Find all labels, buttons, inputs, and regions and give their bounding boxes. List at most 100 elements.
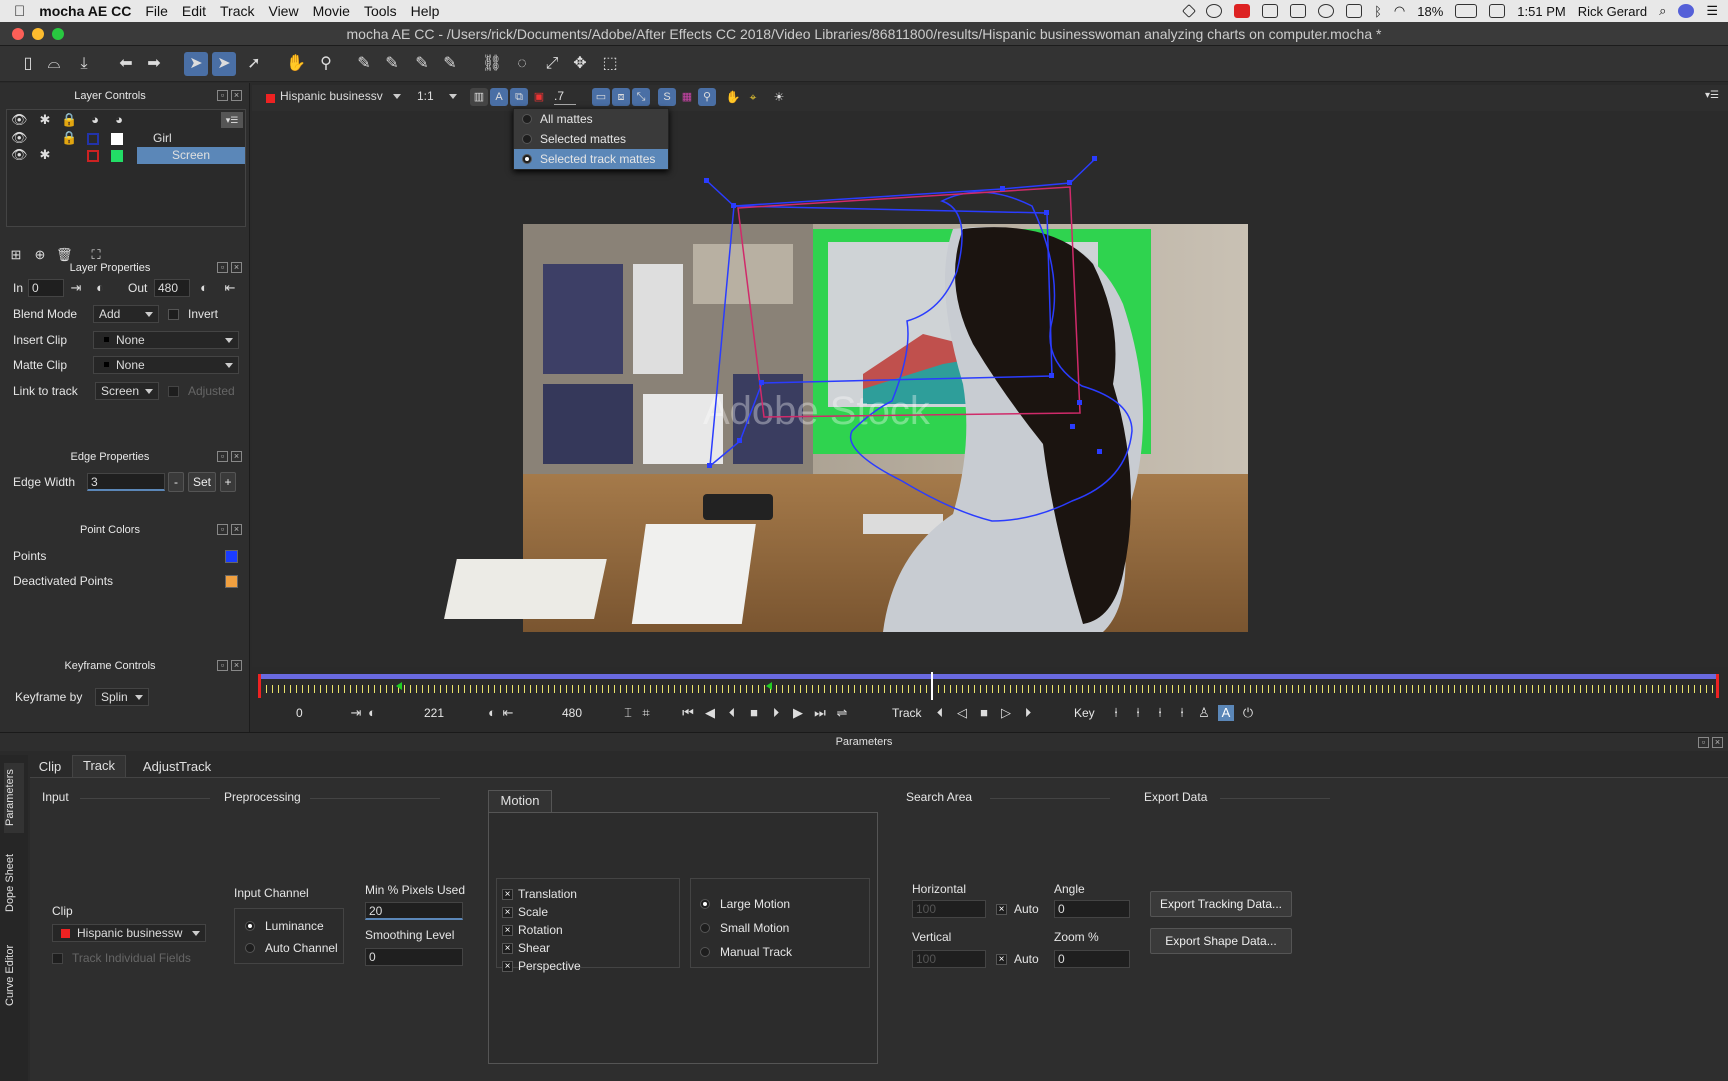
edge-width-decrease-button[interactable]: - — [168, 472, 184, 492]
panel-float-icon[interactable]: ▫ — [217, 524, 228, 535]
keyframe-lock-icon[interactable]: ⏻ — [1240, 705, 1256, 721]
track-step-backwards-icon[interactable]: ◁ — [954, 705, 970, 721]
panel-close-icon[interactable]: × — [231, 451, 242, 462]
lock-icon[interactable]: 🔒 — [61, 130, 77, 146]
notification-center-icon[interactable]: ☰ — [1706, 3, 1718, 19]
gear-icon[interactable]: ✱ — [37, 147, 53, 163]
edge-width-field[interactable]: 3 — [87, 473, 165, 491]
out-keyframe-icon[interactable]: ◐ — [196, 280, 212, 296]
play-forwards-icon[interactable]: ▶ — [790, 705, 806, 721]
step-forward-icon[interactable]: ⏵ — [768, 705, 784, 721]
all-mattes-radio[interactable] — [522, 114, 532, 124]
layer-row[interactable]: 👁 ✱ Screen — [7, 147, 245, 164]
layer-options-button[interactable]: ▾☰ — [221, 112, 243, 128]
auto-channel-radio[interactable] — [245, 943, 255, 953]
creative-cloud-icon[interactable] — [1206, 4, 1223, 18]
set-out-point-icon[interactable]: ⇤ — [500, 705, 516, 721]
menu-edit[interactable]: Edit — [182, 3, 206, 19]
menu-track[interactable]: Track — [220, 3, 254, 19]
xspline-tool-icon[interactable]: ✎ — [352, 52, 376, 76]
blend-mode-dropdown[interactable]: Add — [93, 305, 159, 323]
zoom-window-button[interactable] — [52, 28, 64, 40]
out-point-keyframe-icon[interactable]: ◐ — [484, 705, 500, 721]
menu-file[interactable]: File — [145, 3, 168, 19]
menu-item-selected-mattes[interactable]: Selected mattes — [514, 129, 668, 149]
timeline-start-frame[interactable]: 0 — [296, 706, 303, 720]
play-backwards-icon[interactable]: ◀ — [702, 705, 718, 721]
side-tab-dope-sheet[interactable]: Dope Sheet — [4, 841, 24, 925]
track-clip-dropdown[interactable]: Hispanic businessw — [52, 924, 206, 942]
prev-keyframe-icon[interactable]: ⍿ — [1108, 705, 1124, 721]
save-project-icon[interactable]: ⤓ — [72, 52, 96, 76]
vertical-auto-checkbox[interactable]: × — [996, 954, 1007, 965]
wifi-icon[interactable]: ◠ — [1394, 3, 1405, 19]
rotation-checkbox[interactable]: × — [502, 925, 513, 936]
min-pixels-field[interactable]: 20 — [365, 902, 463, 920]
layer-row[interactable]: 👁 🔒 Girl — [7, 130, 245, 147]
adjusted-checkbox[interactable] — [168, 386, 179, 397]
panel-float-icon[interactable]: ▫ — [1698, 737, 1709, 748]
show-zoom-window-icon[interactable]: ⚲ — [698, 88, 716, 106]
invert-checkbox[interactable] — [168, 309, 179, 320]
large-motion-radio[interactable] — [700, 899, 710, 909]
side-tab-curve-editor[interactable]: Curve Editor — [4, 933, 24, 1017]
calendar-icon[interactable] — [1489, 4, 1506, 18]
link-tool-icon[interactable]: ⛓ — [480, 52, 504, 76]
spotlight-icon[interactable]: ⌕ — [1659, 3, 1666, 19]
add-point-tool-icon[interactable]: ➚ — [242, 52, 266, 76]
close-window-button[interactable] — [12, 28, 24, 40]
menu-item-all-mattes[interactable]: All mattes — [514, 109, 668, 129]
reset-timeline-icon[interactable]: ⌗ — [638, 705, 654, 721]
video-frame[interactable]: Adobe Stock — [252, 111, 1728, 667]
panel-float-icon[interactable]: ▫ — [217, 262, 228, 273]
layer-matte-swatch[interactable] — [111, 133, 123, 145]
siri-icon[interactable] — [1678, 4, 1695, 18]
zoom-tool-icon[interactable]: ⚲ — [314, 52, 338, 76]
layer-color-swatch[interactable] — [87, 150, 99, 162]
matte-color-icon[interactable]: ▣ — [530, 88, 548, 106]
set-in-point-icon[interactable]: ⇥ — [348, 705, 364, 721]
scale-tool-icon[interactable]: ⤢ — [540, 52, 564, 76]
pick-tool-icon[interactable]: ➤ — [184, 52, 208, 76]
clip-dropdown[interactable]: Hispanic businessv — [258, 88, 406, 106]
points-color-swatch[interactable] — [225, 550, 238, 563]
smoothing-level-field[interactable]: 0 — [365, 948, 463, 966]
link-to-track-dropdown[interactable]: Screen — [95, 382, 159, 400]
delete-all-keyframes-icon[interactable]: ♙ — [1196, 705, 1212, 721]
playhead[interactable] — [930, 672, 933, 700]
layer-matte-swatch[interactable] — [111, 150, 123, 162]
angle-field[interactable]: 0 — [1054, 900, 1130, 918]
new-project-icon[interactable]: ▯ — [16, 52, 40, 76]
loop-icon[interactable]: ⇌ — [834, 705, 850, 721]
keyframe-marker[interactable] — [766, 682, 772, 690]
view-mattes-icon[interactable]: ⧉ — [510, 88, 528, 106]
selected-track-mattes-radio[interactable] — [522, 154, 532, 164]
redo-icon[interactable]: ➡ — [142, 52, 166, 76]
out-marker[interactable] — [1716, 674, 1719, 698]
timeline-ruler[interactable] — [260, 679, 1718, 697]
layer-color-swatch[interactable] — [87, 133, 99, 145]
delete-keyframe-icon[interactable]: ⍿ — [1174, 705, 1190, 721]
panel-close-icon[interactable]: × — [1712, 737, 1723, 748]
scale-checkbox[interactable]: × — [502, 907, 513, 918]
set-in-icon[interactable]: ⇥ — [68, 280, 84, 296]
show-grid-icon[interactable]: ▦ — [678, 88, 696, 106]
battery-icon[interactable] — [1455, 4, 1478, 18]
viewer-options-button[interactable]: ▾☰ — [1702, 90, 1722, 104]
panel-close-icon[interactable]: × — [231, 660, 242, 671]
move-tool-icon[interactable]: ✥ — [568, 52, 592, 76]
tab-clip[interactable]: Clip — [34, 757, 66, 777]
track-stop-icon[interactable]: ■ — [976, 705, 992, 721]
surface-tool-icon[interactable]: ⬚ — [598, 52, 622, 76]
panel-float-icon[interactable]: ▫ — [217, 451, 228, 462]
step-back-icon[interactable]: ⏴ — [724, 705, 740, 721]
small-motion-radio[interactable] — [700, 923, 710, 933]
out-point-field[interactable]: 480 — [154, 279, 190, 297]
luminance-radio[interactable] — [245, 921, 255, 931]
menu-help[interactable]: Help — [411, 3, 440, 19]
airplay-icon[interactable] — [1346, 4, 1363, 18]
shear-checkbox[interactable]: × — [502, 943, 513, 954]
auto-key-icon[interactable]: A — [1218, 705, 1234, 721]
user-name[interactable]: Rick Gerard — [1578, 4, 1647, 19]
add-xspline-tool-icon[interactable]: ✎ — [380, 52, 404, 76]
